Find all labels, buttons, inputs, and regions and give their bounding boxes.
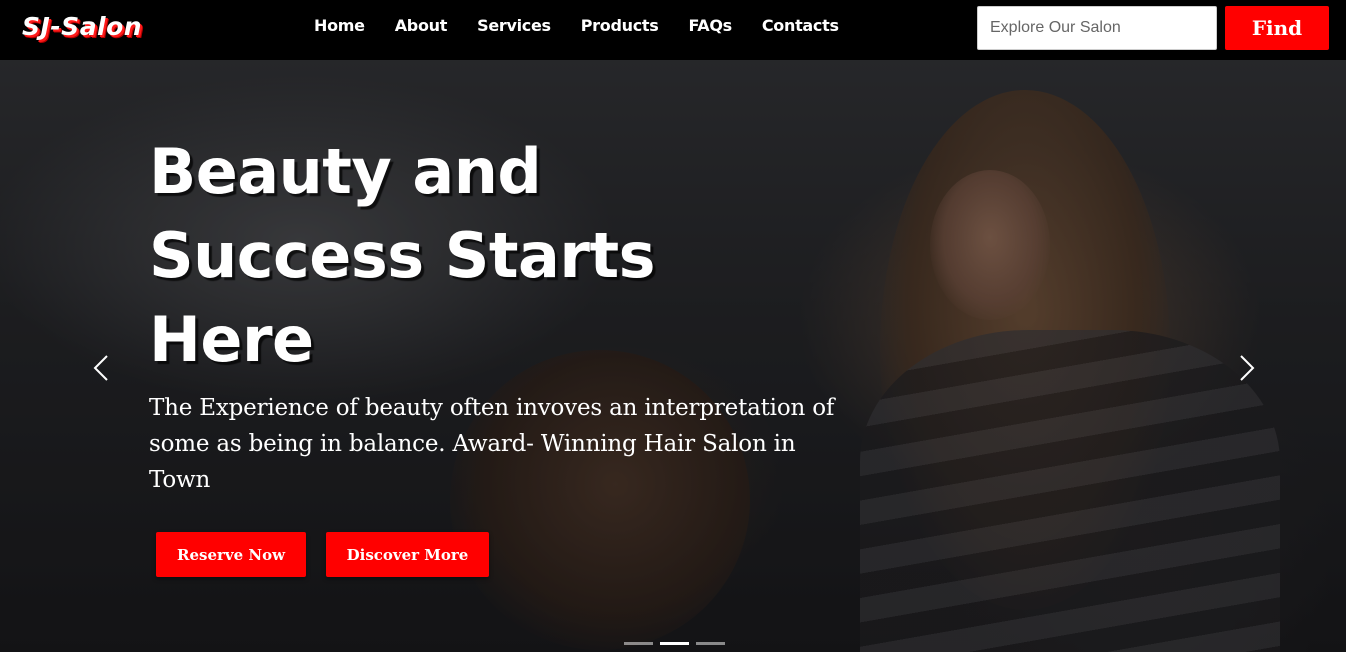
reserve-now-button[interactable]: Reserve Now — [156, 532, 306, 577]
hero-title: Beauty and Success Starts Here — [149, 135, 655, 376]
nav-link-faqs[interactable]: FAQs — [688, 16, 732, 35]
brand-logo[interactable]: SJ-Salon — [22, 12, 142, 41]
navbar: SJ-Salon Home About Services Products FA… — [0, 0, 1346, 60]
chevron-left-icon — [93, 355, 108, 381]
search-input[interactable] — [977, 6, 1217, 50]
nav-link-contacts[interactable]: Contacts — [762, 16, 839, 35]
carousel-indicator[interactable] — [696, 642, 725, 645]
carousel-next-button[interactable] — [1232, 350, 1262, 386]
hero-subtitle: The Experience of beauty often invoves a… — [149, 395, 835, 493]
find-button[interactable]: Find — [1225, 6, 1329, 50]
nav-link-products[interactable]: Products — [581, 16, 659, 35]
discover-more-button[interactable]: Discover More — [326, 532, 489, 577]
carousel-indicator[interactable] — [660, 642, 689, 645]
chevron-right-icon — [1240, 355, 1255, 381]
carousel-prev-button[interactable] — [86, 350, 116, 386]
nav-links: Home About Services Products FAQs Contac… — [314, 16, 839, 35]
nav-link-about[interactable]: About — [395, 16, 448, 35]
nav-link-home[interactable]: Home — [314, 16, 365, 35]
hero-carousel: Beauty and Success Starts Here The Exper… — [0, 60, 1346, 652]
nav-link-services[interactable]: Services — [477, 16, 551, 35]
carousel-indicator[interactable] — [624, 642, 653, 645]
carousel-indicators — [624, 642, 732, 645]
